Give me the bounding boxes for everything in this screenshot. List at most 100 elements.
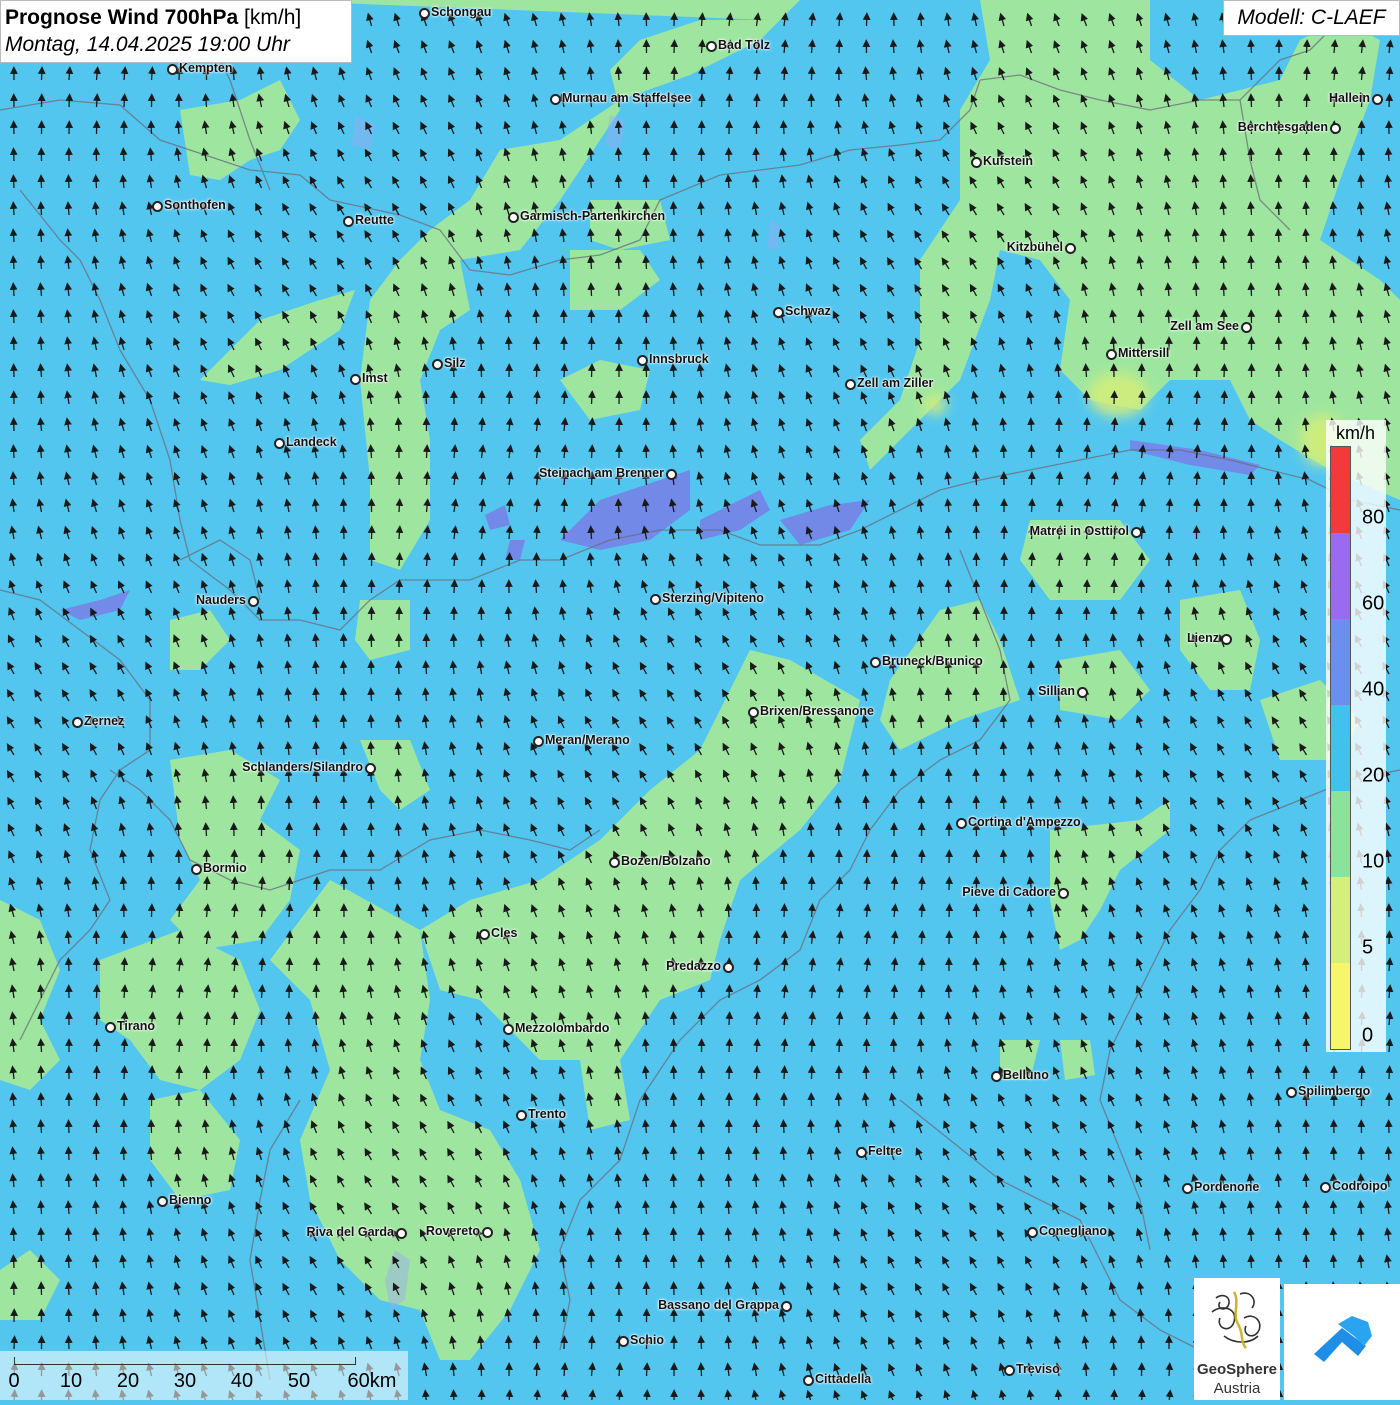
wind-arrow	[1334, 178, 1335, 188]
city-label: Imst	[362, 371, 388, 385]
wind-arrow	[262, 988, 263, 998]
app-logo[interactable]	[1284, 1284, 1400, 1400]
city-dot-icon	[845, 379, 856, 390]
title-box: Prognose Wind 700hPa [km/h] Montag, 14.0…	[0, 0, 352, 63]
wind-arrow	[783, 1150, 784, 1160]
city-label: Reutte	[355, 213, 394, 227]
city-label: Zell am Ziller	[857, 376, 933, 390]
wind-arrow	[673, 1096, 674, 1106]
wind-arrow	[1306, 1177, 1307, 1187]
geosphere-logo[interactable]: GeoSphere Austria	[1194, 1278, 1280, 1400]
city-label: Bormio	[203, 861, 247, 875]
wind-arrow	[69, 178, 70, 188]
wind-arrow	[866, 1069, 867, 1079]
wind-arrow	[13, 232, 14, 242]
wind-arrow	[893, 43, 894, 53]
wind-arrow	[371, 799, 372, 809]
wind-arrow	[41, 340, 42, 350]
city-dot-icon	[971, 157, 982, 168]
wind-arrow	[646, 286, 647, 296]
wind-arrow	[812, 43, 813, 53]
wind-arrow	[316, 691, 317, 701]
wind-arrow	[1251, 502, 1252, 512]
wind-arrow	[673, 232, 674, 242]
wind-arrow	[152, 1042, 153, 1052]
city-dot-icon	[1106, 349, 1117, 360]
wind-arrow	[591, 259, 592, 269]
wind-arrow	[124, 70, 125, 80]
wind-arrow	[674, 1042, 675, 1052]
wind-arrow	[1306, 988, 1307, 998]
wind-arrow	[1087, 583, 1088, 593]
wind-arrow	[343, 961, 344, 971]
wind-arrow	[41, 1069, 42, 1079]
wind-arrow	[343, 664, 344, 674]
city-dot-icon	[803, 1375, 814, 1386]
city-dot-icon	[609, 857, 620, 868]
wind-arrow	[1003, 772, 1004, 782]
wind-arrow	[838, 1096, 839, 1106]
wind-arrow	[1278, 259, 1279, 269]
wind-arrow	[729, 1015, 730, 1025]
wind-arrow	[757, 97, 758, 107]
wind-arrow	[618, 151, 619, 161]
wind-arrow	[13, 205, 14, 215]
wind-arrow	[1196, 286, 1197, 296]
wind-arrow	[729, 1150, 730, 1160]
wind-arrow	[1278, 286, 1279, 296]
wind-arrow	[893, 772, 894, 782]
wind-arrow	[701, 1366, 702, 1376]
wind-arrow	[838, 97, 839, 107]
city-dot-icon	[1372, 94, 1383, 105]
city-dot-icon	[152, 201, 163, 212]
city-label: Brixen/Bressanone	[760, 704, 874, 718]
city-label: Cittadella	[815, 1372, 871, 1386]
geosphere-sub: Austria	[1194, 1380, 1280, 1397]
wind-arrow	[289, 934, 290, 944]
wind-arrow	[674, 1258, 675, 1268]
wind-arrow	[178, 1123, 179, 1133]
wind-arrow	[701, 1393, 702, 1400]
wind-arrow	[1278, 448, 1279, 458]
wind-arrow	[14, 313, 15, 323]
wind-arrow	[1279, 340, 1280, 350]
wind-arrow	[1058, 394, 1059, 404]
city-dot-icon	[956, 818, 967, 829]
wind-arrow	[619, 1366, 620, 1376]
city-label: Sonthofen	[164, 198, 226, 212]
wind-arrow	[316, 718, 317, 728]
wind-arrow	[482, 421, 483, 431]
wind-arrow	[124, 988, 125, 998]
wind-arrow	[481, 637, 482, 647]
wind-arrow	[1279, 421, 1280, 431]
wind-arrow	[151, 1150, 152, 1160]
legend-color-segment	[1331, 963, 1350, 1049]
city-dot-icon	[618, 1336, 629, 1347]
wind-arrow	[124, 961, 125, 971]
wind-arrow	[289, 907, 290, 917]
wind-arrow	[1361, 1150, 1362, 1160]
wind-arrow	[646, 313, 647, 323]
wind-arrow	[701, 934, 702, 944]
wind-arrow	[399, 664, 400, 674]
wind-arrow	[68, 1258, 69, 1268]
legend-unit: km/h	[1336, 423, 1375, 444]
wind-arrow	[591, 1258, 592, 1268]
wind-arrow	[1388, 1150, 1389, 1160]
wind-arrow	[701, 1312, 702, 1322]
city-dot-icon	[1065, 243, 1076, 254]
wind-arrow	[344, 637, 345, 647]
city-label: Conegliano	[1039, 1224, 1107, 1238]
wind-arrow	[13, 475, 14, 485]
wind-arrow	[591, 286, 592, 296]
wind-arrow	[427, 556, 428, 566]
wind-arrow	[673, 1231, 674, 1241]
city-label: Spilimbergo	[1298, 1084, 1370, 1098]
city-dot-icon	[274, 438, 285, 449]
city-label: Schongau	[431, 5, 491, 19]
wind-arrow	[949, 988, 950, 998]
wind-arrow	[702, 43, 703, 53]
city-label: Bruneck/Brunico	[882, 654, 983, 668]
wind-arrow	[13, 1231, 14, 1241]
wind-arrow	[976, 691, 977, 701]
